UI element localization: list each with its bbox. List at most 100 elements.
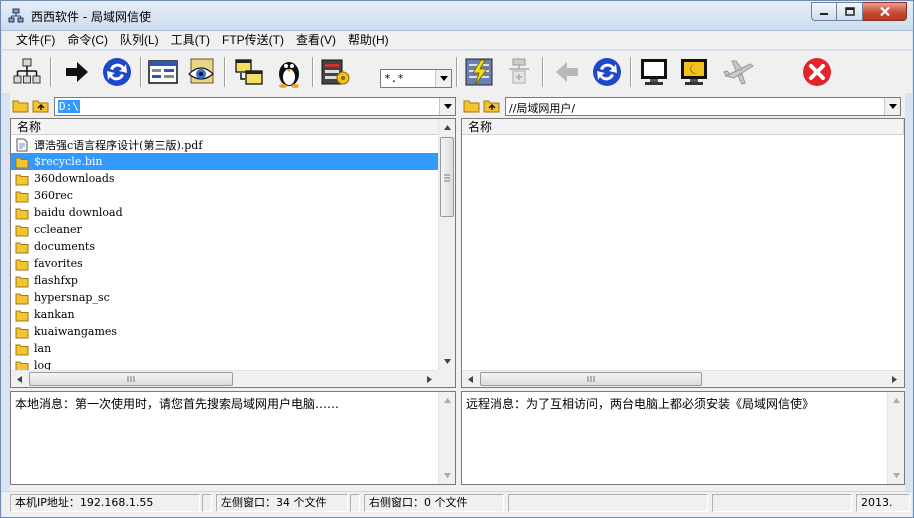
file-name: kankan — [34, 308, 75, 321]
vertical-scroll-thumb[interactable] — [440, 137, 454, 217]
arrow-right-icon — [66, 62, 88, 82]
disconnect-button[interactable] — [502, 55, 536, 89]
refresh-icon — [103, 58, 131, 86]
file-list-item[interactable]: documents — [11, 238, 439, 255]
screen-capture-icon — [681, 59, 707, 85]
local-path-combo[interactable]: D:\ — [54, 97, 456, 116]
file-list-item[interactable]: 360downloads — [11, 170, 439, 187]
chevron-down-icon[interactable] — [439, 98, 455, 115]
file-name: $recycle.bin — [34, 155, 103, 168]
file-list-item[interactable]: flashfxp — [11, 272, 439, 289]
folder-icon[interactable] — [12, 98, 29, 113]
transfer-plane-button[interactable] — [722, 55, 756, 89]
file-list-item[interactable]: kankan — [11, 306, 439, 323]
menu-view[interactable]: 查看(V) — [290, 31, 342, 50]
file-name: kuaiwangames — [34, 325, 118, 338]
browser-button[interactable] — [146, 55, 180, 89]
copy-button[interactable] — [232, 55, 266, 89]
chevron-down-icon[interactable] — [884, 98, 900, 115]
app-network-icon — [8, 8, 24, 24]
scroll-right-icon[interactable] — [421, 371, 438, 387]
up-folder-icon[interactable] — [483, 98, 500, 113]
arrow-left-icon — [556, 62, 578, 82]
folder-icon — [15, 257, 29, 271]
menu-queue[interactable]: 队列(L) — [114, 31, 165, 50]
window-title: 西西软件 - 局域网信使 — [31, 10, 151, 24]
file-list-item[interactable]: hypersnap_sc — [11, 289, 439, 306]
horizontal-scroll-thumb[interactable] — [480, 372, 702, 386]
folder-icon — [15, 274, 29, 288]
scroll-up-icon[interactable] — [439, 119, 455, 136]
file-list-item[interactable]: favorites — [11, 255, 439, 272]
file-list-item[interactable]: baidu download — [11, 204, 439, 221]
up-folder-icon[interactable] — [32, 98, 49, 113]
scroll-left-icon[interactable] — [11, 371, 28, 387]
file-list-item[interactable]: $recycle.bin — [11, 153, 439, 170]
menu-file[interactable]: 文件(F) — [10, 31, 61, 50]
linux-button[interactable] — [272, 55, 306, 89]
refresh-left-button[interactable] — [100, 55, 134, 89]
send-right-button[interactable] — [60, 55, 94, 89]
folder-icon — [15, 291, 29, 305]
scroll-down-icon[interactable] — [439, 467, 456, 484]
local-message-box[interactable]: 本地消息：第一次使用时，请您首先搜索局域网用户电脑…… — [10, 391, 456, 485]
remote-pane: //局域网用户/ 名称 远程消息：为了互相访问，两台电脑上都必须安装《局域网信使… — [461, 93, 905, 491]
search-network-button[interactable] — [10, 55, 44, 89]
file-filter-value: *.* — [384, 72, 404, 85]
file-list-item[interactable]: 360rec — [11, 187, 439, 204]
view-button[interactable] — [184, 55, 218, 89]
remote-horizontal-scrollbar[interactable] — [462, 370, 904, 387]
screen-capture-button[interactable] — [677, 55, 711, 89]
remote-desktop-button[interactable] — [637, 55, 671, 89]
file-list-item[interactable]: kuaiwangames — [11, 323, 439, 340]
close-button[interactable] — [863, 2, 907, 21]
minimize-button[interactable] — [811, 2, 837, 21]
local-path-value[interactable]: D:\ — [58, 100, 80, 113]
file-name: baidu download — [34, 206, 123, 219]
remote-path-value[interactable]: //局域网用户/ — [509, 100, 575, 116]
view-eye-icon — [188, 58, 214, 84]
file-list-item[interactable]: 谭浩强c语言程序设计(第三版).pdf — [11, 136, 439, 153]
scroll-left-icon[interactable] — [462, 371, 479, 387]
scroll-down-icon[interactable] — [888, 467, 905, 484]
connect-button[interactable] — [462, 55, 496, 89]
remote-message-scrollbar[interactable] — [887, 392, 904, 484]
scroll-down-icon[interactable] — [439, 353, 455, 370]
remote-file-list[interactable]: 名称 — [461, 118, 905, 388]
scroll-up-icon[interactable] — [439, 392, 456, 409]
local-vertical-scrollbar[interactable] — [438, 119, 455, 370]
folder-icon[interactable] — [463, 98, 480, 113]
file-name: flashfxp — [34, 274, 78, 287]
menu-ftp[interactable]: FTP传送(T) — [216, 31, 290, 50]
file-list-item[interactable]: lan — [11, 340, 439, 357]
remote-message-box[interactable]: 远程消息：为了互相访问，两台电脑上都必须安装《局域网信使》 — [461, 391, 905, 485]
file-name: ccleaner — [34, 223, 82, 236]
local-message-scrollbar[interactable] — [438, 392, 455, 484]
file-name: 360rec — [34, 189, 73, 202]
title-bar[interactable]: 西西软件 - 局域网信使 — [1, 1, 913, 31]
remote-message-text: 远程消息：为了互相访问，两台电脑上都必须安装《局域网信使》 — [466, 397, 815, 411]
local-horizontal-scrollbar[interactable] — [11, 370, 438, 387]
local-file-list[interactable]: 名称 谭浩强c语言程序设计(第三版).pdf $recycle.bin 360dow… — [10, 118, 456, 388]
menu-help[interactable]: 帮助(H) — [342, 31, 395, 50]
column-name-header[interactable]: 名称 — [462, 119, 904, 135]
file-filter-combo[interactable]: *.* — [380, 69, 452, 88]
horizontal-scroll-thumb[interactable] — [29, 372, 233, 386]
send-left-button[interactable] — [550, 55, 584, 89]
maximize-icon — [844, 7, 855, 16]
settings-button[interactable] — [318, 55, 352, 89]
remote-path-combo[interactable]: //局域网用户/ — [505, 97, 901, 116]
app-window: 西西软件 - 局域网信使 文件(F) 命令(C) 队列(L) 工具(T) FTP… — [0, 0, 914, 518]
scroll-right-icon[interactable] — [886, 371, 903, 387]
refresh-right-button[interactable] — [590, 55, 624, 89]
column-name-header[interactable]: 名称 — [11, 119, 439, 135]
menu-command[interactable]: 命令(C) — [61, 31, 114, 50]
chevron-down-icon[interactable] — [435, 70, 451, 87]
menu-tools[interactable]: 工具(T) — [165, 31, 216, 50]
folder-icon — [15, 206, 29, 220]
file-list-item[interactable]: ccleaner — [11, 221, 439, 238]
maximize-button[interactable] — [837, 2, 863, 21]
exit-button[interactable] — [800, 55, 834, 89]
folder-icon — [15, 342, 29, 356]
scroll-up-icon[interactable] — [888, 392, 905, 409]
